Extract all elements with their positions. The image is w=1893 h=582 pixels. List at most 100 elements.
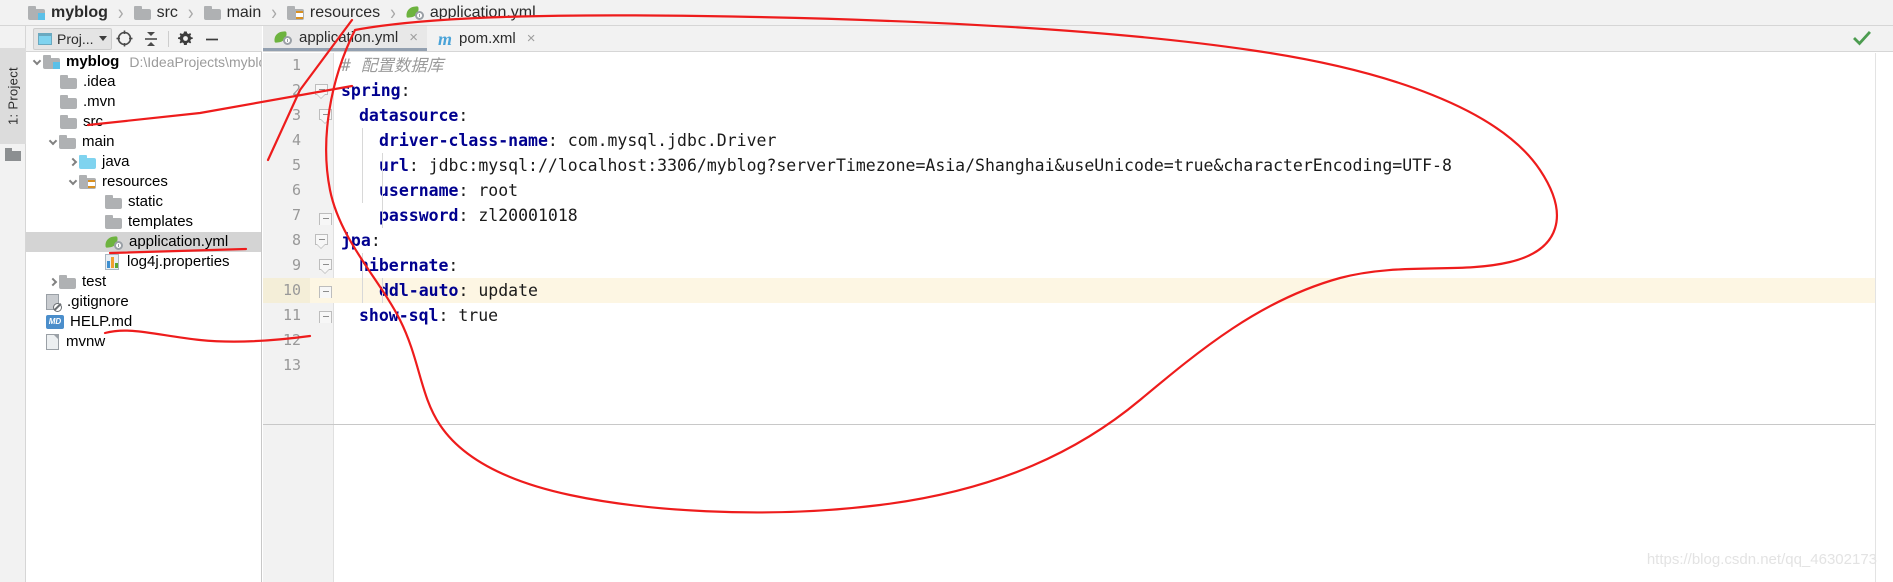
code-text: ddl-auto: update — [379, 281, 538, 300]
collapse-all-button[interactable] — [138, 27, 164, 51]
settings-button[interactable] — [173, 27, 199, 51]
code-line[interactable]: 5 url: jdbc:mysql://localhost:3306/myblo… — [263, 153, 1893, 178]
code-line-highlighted[interactable]: 10 ddl-auto: update — [263, 278, 1893, 303]
code-line[interactable]: 2 spring: — [263, 78, 1893, 103]
tree-row[interactable]: myblog D:\IdeaProjects\myblo — [26, 52, 261, 72]
tree-row-label: mvnw — [66, 333, 106, 350]
folder-java-icon — [79, 155, 96, 169]
folder-icon — [105, 195, 122, 209]
breadcrumb-item-resources[interactable]: resources — [285, 0, 382, 26]
sidebar-item-project[interactable]: 1: Project — [0, 48, 26, 144]
chevron-right-icon[interactable] — [46, 272, 59, 292]
collapse-all-icon — [144, 31, 157, 46]
tree-row-label: static — [128, 193, 164, 210]
tree-row-label: HELP.md — [70, 313, 133, 330]
project-tree[interactable]: myblog D:\IdeaProjects\myblo .idea .mvn … — [26, 52, 261, 582]
tree-row[interactable]: .mvn — [26, 92, 261, 112]
yaml-key: show-sql — [359, 306, 439, 325]
folder-module-icon — [28, 5, 45, 20]
breadcrumb-item-src[interactable]: src — [132, 0, 180, 26]
code-line[interactable]: 9 hibernate: — [263, 253, 1893, 278]
tree-row[interactable]: static — [26, 192, 261, 212]
line-number: 13 — [282, 356, 301, 374]
breadcrumb-item-main[interactable]: main — [202, 0, 264, 26]
tree-row-label: resources — [102, 173, 168, 190]
tab-label: pom.xml — [459, 30, 516, 47]
tree-row-label: application.yml — [129, 233, 229, 250]
code-line[interactable]: 3 datasource: — [263, 103, 1893, 128]
code-text: username: root — [379, 181, 519, 200]
yaml-key: username — [379, 181, 459, 200]
breadcrumb-label: application.yml — [429, 3, 536, 21]
folder-icon[interactable] — [5, 148, 21, 161]
tree-row[interactable]: templates — [26, 212, 261, 232]
tree-row[interactable]: main — [26, 132, 261, 152]
tree-row-application-yml[interactable]: application.yml — [26, 232, 261, 252]
code-line[interactable]: 13 — [263, 353, 1893, 378]
tree-row[interactable]: test — [26, 272, 261, 292]
fold-marker-icon[interactable] — [319, 259, 332, 274]
tab-application-yml[interactable]: application.yml × — [263, 26, 427, 51]
tree-row-label: .mvn — [83, 93, 116, 110]
chevron-right-icon[interactable] — [66, 152, 79, 172]
line-number: 4 — [291, 131, 301, 149]
inspection-ok-check-icon[interactable] — [1853, 30, 1871, 53]
line-number: 9 — [291, 256, 301, 274]
scroll-from-source-button[interactable] — [112, 27, 138, 51]
yaml-key: spring — [341, 81, 401, 100]
yaml-value: true — [458, 306, 499, 325]
breadcrumb-label: src — [156, 3, 178, 21]
code-text: password: zl20001018 — [379, 206, 578, 225]
tree-row[interactable]: mvnw — [26, 332, 261, 352]
markdown-icon: MD — [46, 314, 64, 330]
code-line[interactable]: 4 driver-class-name: com.mysql.jdbc.Driv… — [263, 128, 1893, 153]
fold-marker-icon[interactable] — [315, 84, 328, 99]
editor-scroll-strip[interactable] — [1875, 53, 1893, 582]
folder-module-icon — [43, 55, 60, 69]
breadcrumb-item-myblog[interactable]: myblog — [26, 0, 110, 26]
line-comment: # 配置数据库 — [341, 56, 444, 75]
hide-panel-button[interactable] — [199, 27, 225, 51]
project-view-selector[interactable]: Proj... — [33, 27, 112, 50]
code-editor[interactable]: 1 # 配置数据库 2 spring: 3 datasource: 4 driv… — [263, 53, 1893, 582]
yaml-value: jdbc:mysql://localhost:3306/myblog?serve… — [428, 156, 1452, 175]
code-line[interactable]: 1 # 配置数据库 — [263, 53, 1893, 78]
tree-row[interactable]: resources — [26, 172, 261, 192]
fold-marker-icon[interactable] — [319, 213, 332, 226]
editor-bottom-divider — [263, 424, 1893, 425]
line-number: 5 — [291, 156, 301, 174]
line-number: 11 — [282, 306, 301, 324]
chevron-down-icon[interactable] — [30, 52, 43, 72]
code-line[interactable]: 6 username: root — [263, 178, 1893, 203]
fold-marker-icon[interactable] — [319, 109, 332, 124]
project-view-label: Proj... — [57, 30, 94, 47]
code-line[interactable]: 8 jpa: — [263, 228, 1893, 253]
tree-row[interactable]: log4j.properties — [26, 252, 261, 272]
yaml-key: url — [379, 156, 409, 175]
code-lines[interactable]: 1 # 配置数据库 2 spring: 3 datasource: 4 driv… — [263, 53, 1893, 582]
chevron-down-icon[interactable] — [66, 172, 79, 192]
chevron-down-icon[interactable] — [46, 132, 59, 152]
code-text: hibernate: — [359, 256, 459, 275]
close-icon[interactable]: × — [527, 30, 536, 47]
tree-row[interactable]: src — [26, 112, 261, 132]
tree-row[interactable]: .gitignore — [26, 292, 261, 312]
code-line[interactable]: 12 — [263, 328, 1893, 353]
fold-marker-icon[interactable] — [315, 234, 328, 249]
tree-row-path: D:\IdeaProjects\myblo — [129, 54, 261, 70]
close-icon[interactable]: × — [409, 29, 418, 46]
code-line[interactable]: 11 show-sql: true — [263, 303, 1893, 328]
line-number: 1 — [291, 56, 301, 74]
tree-row[interactable]: MD HELP.md — [26, 312, 261, 332]
breadcrumb-item-application-yml[interactable]: application.yml — [404, 0, 538, 26]
tab-pom-xml[interactable]: m pom.xml × — [427, 26, 544, 51]
fold-marker-icon[interactable] — [319, 286, 332, 299]
minimize-icon — [205, 38, 218, 40]
indent-guide — [382, 153, 383, 228]
fold-marker-icon[interactable] — [319, 311, 332, 324]
tree-row[interactable]: .idea — [26, 72, 261, 92]
code-line[interactable]: 7 password: zl20001018 — [263, 203, 1893, 228]
tree-row[interactable]: java — [26, 152, 261, 172]
yaml-value: root — [478, 181, 519, 200]
